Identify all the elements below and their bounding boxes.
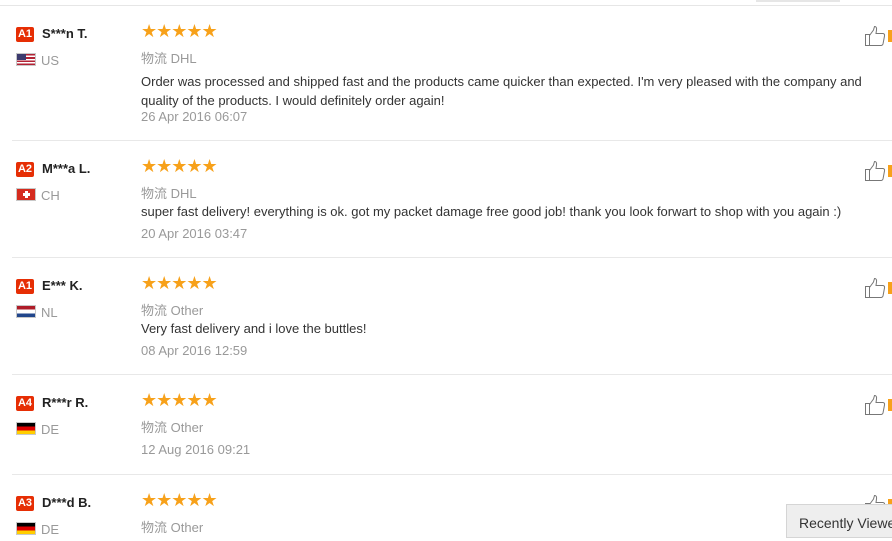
thumbs-up-icon[interactable] [864,160,886,182]
logistics-label: 物流 [141,51,168,66]
feedback-text: Very fast delivery and i love the buttle… [141,321,367,336]
review-date: 20 Apr 2016 03:47 [141,226,248,241]
thumbs-up-icon[interactable] [864,277,886,299]
review-item: A2 M***a L. CH ★★★★★ 物流 DHL super fast d… [0,141,892,258]
logistics-info: 物流 Other [141,417,203,436]
recently-viewed-button[interactable]: Recently Viewed [786,504,892,538]
us-flag-icon [16,53,36,66]
buyer-name: S***n T. [42,26,88,41]
helpful-count-edge [888,30,892,42]
de-flag-icon [16,422,36,435]
buyer-country: CH [41,188,60,203]
buyer-country: US [41,53,60,68]
logistics-label: 物流 [141,420,168,435]
buyer-name: M***a L. [42,161,91,176]
buyer-name: R***r R. [42,395,89,410]
nl-flag-icon [16,305,36,318]
helpful-count-edge [888,399,892,411]
logistics-label: 物流 [141,520,168,535]
helpful-count-edge [888,282,892,294]
logistics-carrier: DHL [170,186,197,201]
logistics-carrier: Other [170,303,204,318]
logistics-label: 物流 [141,303,168,318]
logistics-carrier: DHL [170,51,197,66]
star-rating: ★★★★★ [141,490,218,510]
buyer-country: NL [41,305,58,320]
review-item: A4 R***r R. DE ★★★★★ 物流 Other 12 Aug 201… [0,375,892,475]
review-date: 26 Apr 2016 06:07 [141,109,248,124]
logistics-info: 物流 Other [141,300,203,319]
buyer-name: E*** K. [42,278,83,293]
review-item: A1 E*** K. NL ★★★★★ 物流 Other Very fast d… [0,258,892,375]
review-date: 12 Aug 2016 09:21 [141,442,251,457]
buyer-level-badge: A1 [16,279,34,294]
buyer-level-badge: A1 [16,27,34,42]
thumbs-up-icon[interactable] [864,394,886,416]
thumbs-up-icon[interactable] [864,25,886,47]
buyer-level-badge: A4 [16,396,34,411]
star-rating: ★★★★★ [141,390,218,410]
feedback-text: super fast delivery! everything is ok. g… [141,204,842,219]
logistics-info: 物流 DHL [141,183,197,202]
star-rating: ★★★★★ [141,21,218,41]
helpful-count-edge [888,165,892,177]
buyer-level-badge: A2 [16,162,34,177]
logistics-carrier: Other [170,520,204,535]
de-flag-icon [16,522,36,535]
buyer-level-badge: A3 [16,496,34,511]
buyer-country: DE [41,522,60,537]
ch-flag-icon [16,188,36,201]
review-item: A1 S***n T. US ★★★★★ 物流 DHL Order was pr… [0,6,892,141]
star-rating: ★★★★★ [141,156,218,176]
star-rating: ★★★★★ [141,273,218,293]
review-date: 08 Apr 2016 12:59 [141,343,248,358]
review-item: A3 D***d B. DE ★★★★★ 物流 Other [0,475,892,537]
buyer-name: D***d B. [42,495,92,510]
logistics-label: 物流 [141,186,168,201]
logistics-carrier: Other [170,420,204,435]
logistics-info: 物流 Other [141,517,203,536]
logistics-info: 物流 DHL [141,48,197,67]
buyer-country: DE [41,422,60,437]
top-tab-edge [756,0,840,2]
feedback-text: Order was processed and shipped fast and… [141,74,862,108]
